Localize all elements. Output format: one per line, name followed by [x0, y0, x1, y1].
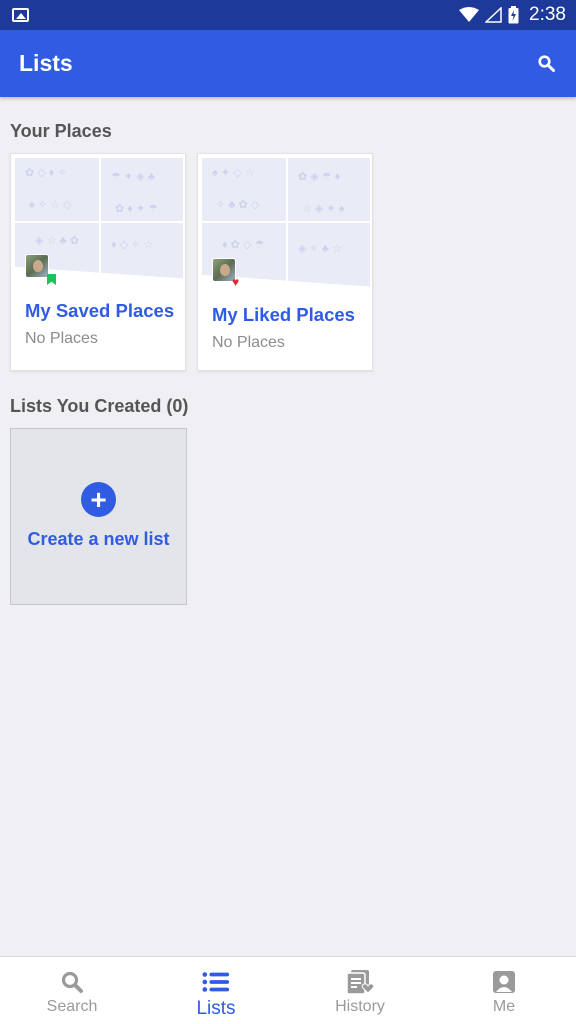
nav-label-me: Me	[492, 998, 516, 1015]
list-icon	[202, 969, 230, 995]
nav-label-history: History	[335, 998, 385, 1015]
history-icon	[346, 969, 374, 995]
nav-item-search[interactable]: Search	[0, 957, 144, 1024]
liked-places-title: My Liked Places	[212, 304, 355, 325]
nav-label-lists: Lists	[196, 998, 236, 1019]
created-lists-heading: Lists You Created (0)	[10, 396, 189, 416]
your-places-heading: Your Places	[10, 121, 112, 141]
search-icon	[537, 55, 555, 72]
nav-item-lists[interactable]: Lists	[144, 957, 288, 1024]
status-time: 2:38	[529, 4, 566, 25]
wifi-icon	[459, 7, 480, 22]
app-bar: Lists	[0, 30, 576, 97]
saved-places-title: My Saved Places	[25, 300, 175, 321]
cell-signal-icon	[485, 7, 502, 23]
gallery-notification-icon	[12, 8, 29, 22]
nav-label-search: Search	[46, 998, 98, 1015]
liked-places-count: No Places	[212, 334, 285, 351]
search-icon	[58, 969, 86, 995]
nav-item-me[interactable]: Me	[432, 957, 576, 1024]
nav-item-history[interactable]: History	[288, 957, 432, 1024]
profile-icon	[490, 969, 518, 995]
liked-places-card[interactable]: ♠ ✦ ◇ ☆ ✿ ◈ ☂ ♦ ✧ ♣ ✿ ◇ ☆ ◈ ✦ ♠ ♦ ✿ ◇ ☂ …	[197, 153, 373, 371]
search-button[interactable]	[534, 52, 558, 76]
main-content: Your Places ✿ ◇ ♦ ✧ ☂ ✦ ◈ ♣ ♠ ✧ ☆ ◇ ✿ ♦ …	[0, 97, 576, 956]
battery-charging-icon	[508, 6, 519, 24]
plus-icon: +	[81, 482, 116, 517]
saved-places-card[interactable]: ✿ ◇ ♦ ✧ ☂ ✦ ◈ ♣ ♠ ✧ ☆ ◇ ✿ ♦ ✦ ☂ ◈ ☆ ♣ ✿ …	[10, 153, 186, 371]
create-list-button[interactable]: + Create a new list	[10, 428, 187, 605]
create-list-label: Create a new list	[27, 529, 170, 549]
avatar	[25, 254, 49, 278]
heart-icon: ♥	[232, 275, 240, 289]
status-bar: 2:38	[0, 0, 576, 30]
page-title: Lists	[19, 50, 73, 76]
saved-places-count: No Places	[25, 330, 98, 347]
bottom-navigation: Search Lists History Me	[0, 956, 576, 1024]
